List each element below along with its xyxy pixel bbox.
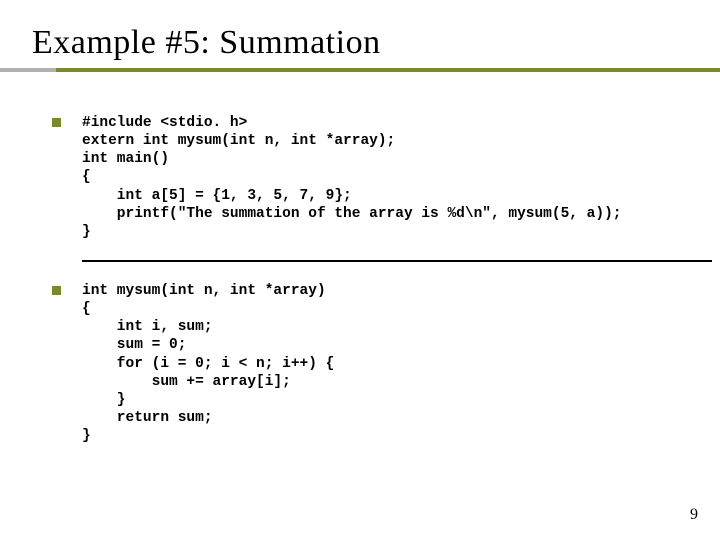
bullet-icon (52, 286, 61, 295)
code-block-main: #include <stdio. h> extern int mysum(int… (82, 114, 696, 241)
slide: Example #5: Summation #include <stdio. h… (0, 0, 720, 540)
title-underline-olive (56, 68, 720, 72)
section-divider (82, 260, 712, 262)
code-block-func: int mysum(int n, int *array) { int i, su… (82, 282, 696, 445)
bullet-icon (52, 118, 61, 127)
title-area: Example #5: Summation (32, 24, 696, 78)
slide-title: Example #5: Summation (32, 24, 696, 62)
title-underline (32, 68, 696, 78)
title-underline-gray (0, 68, 56, 72)
page-number: 9 (690, 506, 698, 524)
code-text-func: int mysum(int n, int *array) { int i, su… (82, 282, 696, 445)
code-text-main: #include <stdio. h> extern int mysum(int… (82, 114, 696, 241)
